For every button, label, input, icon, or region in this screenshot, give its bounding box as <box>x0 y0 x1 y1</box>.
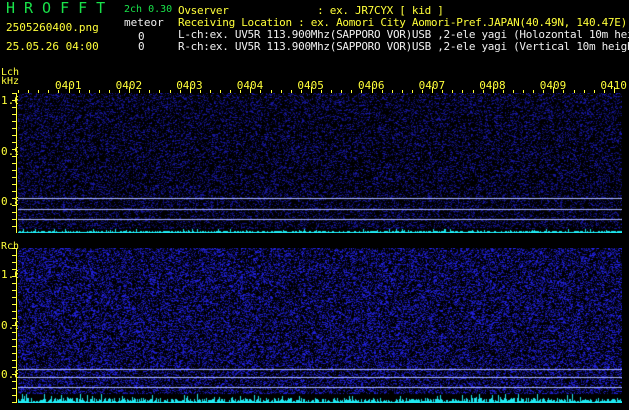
freq-tick-mark <box>12 276 16 277</box>
rch-info: R-ch:ex. UV5R 113.900Mhz(SAPPORO VOR)USB… <box>178 40 629 53</box>
freq-tick-mark <box>12 283 16 284</box>
freq-tick-mark <box>12 149 16 150</box>
meteor-count-rch: 0 <box>138 40 145 53</box>
freq-tick-mark <box>12 381 16 382</box>
freq-tick-mark <box>12 346 16 347</box>
freq-tick-mark <box>12 121 16 122</box>
freq-tick-mark <box>12 367 16 368</box>
freq-tick-mark <box>12 388 16 389</box>
freq-tick-mark <box>12 107 16 108</box>
freq-tick-mark <box>12 395 16 396</box>
datetime-label: 25.05.26 04:00 <box>6 40 99 53</box>
freq-tick-mark <box>12 325 16 326</box>
freq-tick-mark <box>12 184 16 185</box>
freq-tick-mark <box>12 100 16 101</box>
version-label: 2ch 0.30 <box>124 4 173 15</box>
freq-tick-mark <box>12 290 16 291</box>
freq-tick-mark <box>12 318 16 319</box>
filename-label: 2505260400.png <box>6 21 99 34</box>
freq-tick-mark <box>12 177 16 178</box>
khz-label: kHz <box>1 76 20 87</box>
freq-tick-mark <box>12 248 16 249</box>
freq-tick-mark <box>12 226 16 227</box>
freq-tick-mark <box>12 374 16 375</box>
freq-axis-line <box>16 248 17 403</box>
freq-tick-mark <box>12 198 16 199</box>
freq-tick-mark <box>12 332 16 333</box>
lch-waterfall <box>18 93 622 233</box>
rch-waterfall <box>18 248 622 403</box>
freq-tick-mark <box>12 255 16 256</box>
freq-tick-mark <box>12 156 16 157</box>
freq-tick-mark <box>12 311 16 312</box>
freq-tick-mark <box>12 360 16 361</box>
freq-tick-mark <box>12 205 16 206</box>
freq-tick-mark <box>12 219 16 220</box>
freq-tick-mark <box>12 353 16 354</box>
freq-tick-mark <box>12 170 16 171</box>
freq-tick-mark <box>12 93 16 94</box>
freq-tick-mark <box>12 163 16 164</box>
freq-tick-mark <box>12 212 16 213</box>
freq-tick-mark <box>12 402 16 403</box>
freq-tick-mark <box>12 297 16 298</box>
freq-tick-mark <box>12 339 16 340</box>
freq-tick-mark <box>12 262 16 263</box>
meteor-label: meteor <box>124 16 164 29</box>
freq-tick-mark <box>12 191 16 192</box>
freq-tick-mark <box>12 269 16 270</box>
app-title: HROFFT <box>6 0 115 17</box>
freq-tick-mark <box>12 114 16 115</box>
freq-axis-line <box>16 93 17 233</box>
freq-tick-mark <box>12 135 16 136</box>
freq-tick-mark <box>12 142 16 143</box>
freq-tick-mark <box>12 304 16 305</box>
freq-tick-mark <box>12 128 16 129</box>
